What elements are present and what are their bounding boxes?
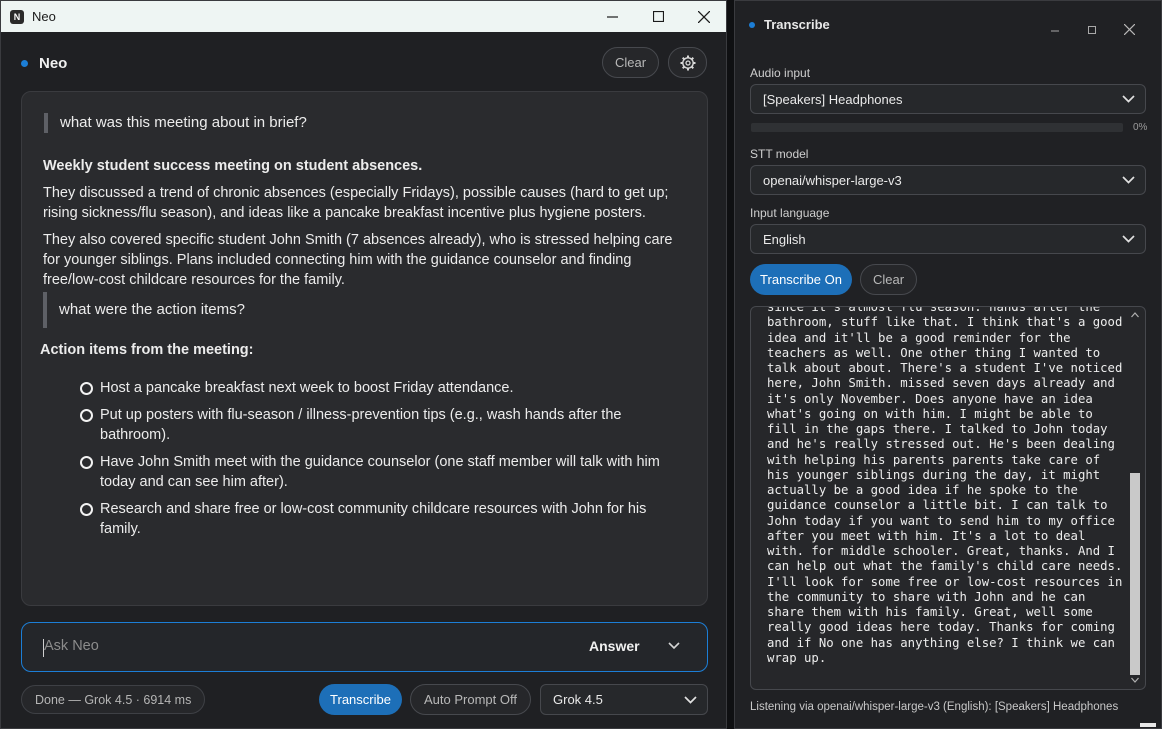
listening-status: Listening via openai/whisper-large-v3 (E…: [750, 701, 1119, 713]
chat-panel: what was this meeting about in brief? We…: [21, 91, 708, 606]
answer-paragraph: They also covered specific student John …: [43, 232, 673, 288]
answer-mode-select[interactable]: Answer: [589, 638, 640, 654]
clear-transcript-button[interactable]: Clear: [860, 264, 917, 295]
scroll-down-icon[interactable]: [1131, 677, 1139, 683]
resize-grip[interactable]: [1140, 723, 1156, 727]
audio-input-value: [Speakers] Headphones: [763, 91, 903, 107]
input-language-value: English: [763, 231, 806, 247]
transcribe-button[interactable]: Transcribe: [319, 684, 402, 715]
maximize-icon[interactable]: [1088, 26, 1096, 34]
clear-button[interactable]: Clear: [602, 47, 659, 78]
answer-title: Weekly student success meeting on studen…: [43, 158, 423, 174]
ask-box: Ask Neo Answer: [21, 622, 708, 672]
transcribe-toggle-button[interactable]: Transcribe On: [750, 264, 852, 295]
answer-paragraph: They discussed a trend of chronic absenc…: [43, 185, 669, 221]
minimize-icon[interactable]: [1051, 30, 1059, 32]
status-dot-icon: [21, 59, 28, 67]
neo-window: N Neo Neo Clear what was this meeting ab…: [0, 0, 727, 729]
minimize-icon[interactable]: [589, 1, 635, 32]
answer-title: Action items from the meeting:: [40, 342, 254, 358]
user-question: what was this meeting about in brief?: [44, 113, 307, 133]
chevron-down-icon: [684, 695, 697, 704]
status-dot-icon: [749, 21, 755, 28]
stt-model-label: STT model: [750, 147, 809, 161]
auto-prompt-toggle[interactable]: Auto Prompt Off: [410, 684, 531, 715]
scroll-up-icon[interactable]: [1131, 312, 1139, 318]
model-select[interactable]: Grok 4.5: [540, 684, 708, 715]
transcribe-titlebar: Transcribe: [749, 17, 830, 32]
input-language-select[interactable]: English: [750, 224, 1146, 254]
transcript-text: since it's almost flu season. hands afte…: [767, 306, 1123, 665]
bullet-circle-icon: [80, 382, 93, 395]
ask-input[interactable]: Ask Neo: [44, 638, 99, 654]
stt-model-select[interactable]: openai/whisper-large-v3: [750, 165, 1146, 195]
chevron-down-icon[interactable]: [668, 642, 680, 650]
chevron-down-icon: [1122, 176, 1135, 184]
list-item: Have John Smith meet with the guidance c…: [100, 454, 660, 490]
bullet-circle-icon: [80, 456, 93, 469]
model-select-value: Grok 4.5: [553, 692, 603, 707]
user-question: what were the action items?: [43, 292, 245, 328]
transcribe-title: Transcribe: [764, 17, 830, 32]
audio-input-select[interactable]: [Speakers] Headphones: [750, 84, 1146, 114]
list-item: Research and share free or low-cost comm…: [100, 501, 647, 537]
audio-level-percent: 0%: [1133, 122, 1148, 133]
list-item: Put up posters with flu-season / illness…: [100, 407, 622, 443]
stt-model-value: openai/whisper-large-v3: [763, 172, 902, 188]
audio-input-label: Audio input: [750, 66, 811, 80]
input-language-label: Input language: [750, 206, 830, 220]
scrollbar-thumb[interactable]: [1130, 473, 1140, 675]
chevron-down-icon: [1122, 95, 1135, 103]
transcribe-window: Transcribe Audio input [Speakers] Headph…: [734, 0, 1162, 729]
neo-header: Neo Clear: [21, 47, 707, 79]
transcript-box[interactable]: since it's almost flu season. hands afte…: [750, 306, 1146, 690]
list-item: Host a pancake breakfast next week to bo…: [100, 380, 514, 396]
window-title: Neo: [32, 9, 56, 24]
transcript-scrollbar[interactable]: [1128, 310, 1142, 686]
close-icon[interactable]: [1124, 24, 1135, 35]
close-icon[interactable]: [681, 1, 726, 32]
status-badge: Done — Grok 4.5 · 6914 ms: [21, 685, 206, 714]
maximize-icon[interactable]: [635, 1, 681, 32]
gear-icon: [680, 55, 695, 70]
chevron-down-icon: [1122, 235, 1135, 243]
settings-button[interactable]: [668, 47, 707, 78]
app-icon: N: [10, 9, 24, 24]
bullet-circle-icon: [80, 409, 93, 422]
page-title: Neo: [39, 54, 68, 72]
audio-level-meter: [751, 123, 1123, 132]
bullet-circle-icon: [80, 503, 93, 516]
